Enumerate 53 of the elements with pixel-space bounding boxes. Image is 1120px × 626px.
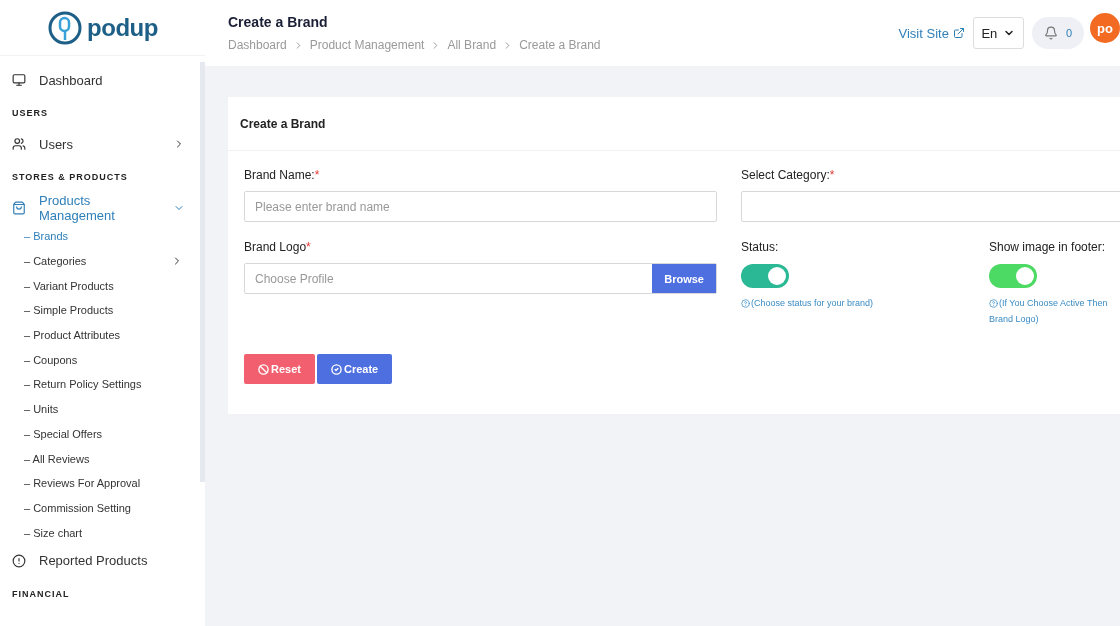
sidebar-subitem[interactable]: – Variant Products xyxy=(0,273,197,299)
sidebar-section: STORES & PRODUCTS xyxy=(0,160,197,192)
sidebar-subitem[interactable]: – Categories xyxy=(0,248,197,274)
notification-button[interactable]: 0 xyxy=(1031,17,1084,49)
visit-site-link[interactable]: Visit Site xyxy=(898,25,965,41)
toggle-label: Show image in footer: xyxy=(989,240,1107,254)
ban-icon xyxy=(258,363,269,375)
field-label: Brand Name:* xyxy=(244,168,321,182)
sidebar-subitem[interactable]: – Brands xyxy=(0,224,197,249)
sidebar-item[interactable]: Reported Products xyxy=(0,544,197,577)
page-title: Create a Brand xyxy=(228,14,329,30)
help-icon xyxy=(989,298,998,308)
file-field[interactable]: Choose Profile Browse xyxy=(244,263,717,294)
card-title: Create a Brand xyxy=(228,97,1120,151)
check-circle-icon xyxy=(330,363,342,375)
hint-text: Brand Logo) xyxy=(989,314,1040,324)
toggle-switch[interactable] xyxy=(989,264,1037,288)
sidebar-subitem[interactable]: – All Reviews xyxy=(0,446,197,471)
sidebar-subitem[interactable]: – Coupons xyxy=(0,347,197,373)
create-button[interactable]: Create xyxy=(316,354,393,384)
users-icon xyxy=(12,137,26,151)
sidebar-section: USERS xyxy=(0,96,197,128)
bag-icon xyxy=(12,201,26,215)
bell-icon xyxy=(1043,26,1058,40)
alert-icon xyxy=(12,553,26,568)
logo-text: podup xyxy=(87,13,158,42)
external-link-icon xyxy=(952,27,965,39)
sidebar-subitem[interactable]: – Special Offers xyxy=(0,421,197,447)
help-icon xyxy=(741,298,750,308)
sidebar-section: FINANCIAL xyxy=(0,576,197,609)
sidebar-subitem[interactable]: – Simple Products xyxy=(0,298,197,323)
sidebar-item[interactable]: Users xyxy=(0,128,197,160)
toggle-switch[interactable] xyxy=(741,264,789,288)
hint-text: (Choose status for your brand) xyxy=(741,298,989,308)
category-select[interactable] xyxy=(741,191,1120,222)
sidebar-subitem[interactable]: – Return Policy Settings xyxy=(0,372,197,397)
sidebar-subitem[interactable]: – Size chart xyxy=(0,520,197,545)
field-label: Brand Logo* xyxy=(244,240,312,254)
toggle-label: Status: xyxy=(741,240,780,254)
sidebar-subitem[interactable]: – Product Attributes xyxy=(0,322,197,348)
sidebar-subitem[interactable]: – Units xyxy=(0,396,197,422)
sidebar-subitem[interactable]: – Reviews For Approval xyxy=(0,470,197,496)
browse-button[interactable]: Browse xyxy=(652,264,716,293)
hint-text: (If You Choose Active Then xyxy=(989,298,1120,308)
sidebar-subitem[interactable]: – Commission Setting xyxy=(0,495,197,521)
brand-name-field[interactable]: Please enter brand name xyxy=(244,191,717,222)
field-label: Select Category:* xyxy=(741,168,836,182)
sidebar-item[interactable]: Dashboard xyxy=(0,64,197,96)
logo-icon xyxy=(47,9,84,46)
sidebar-item[interactable]: Products Management xyxy=(0,192,197,224)
language-select[interactable]: En xyxy=(972,17,1024,49)
monitor-icon xyxy=(12,73,26,87)
breadcrumb-item: Create a Brand xyxy=(519,38,601,52)
